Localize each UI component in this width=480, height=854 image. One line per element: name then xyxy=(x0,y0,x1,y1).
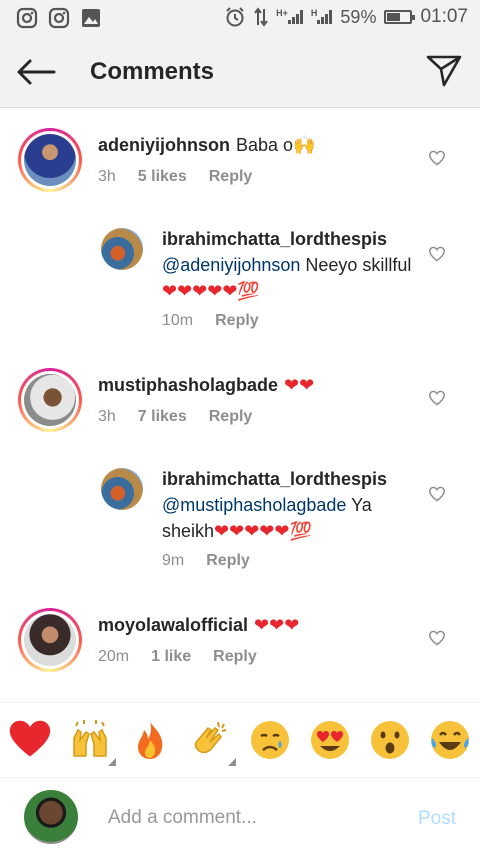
alarm-icon xyxy=(226,7,244,27)
like-heart-icon[interactable] xyxy=(428,390,446,406)
username[interactable]: adeniyijohnson xyxy=(98,135,230,155)
instagram-icon xyxy=(48,7,70,29)
like-heart-icon[interactable] xyxy=(428,150,446,166)
comment-input[interactable] xyxy=(108,804,398,832)
comment-text: ibrahimchatta_lordthespis @adeniyijohnson… xyxy=(162,226,412,304)
comment-text: adeniyijohnson Baba o🙌 xyxy=(98,132,408,158)
comment-meta: 9m Reply xyxy=(162,552,250,570)
avatar[interactable] xyxy=(101,468,143,510)
fire-emoji-button[interactable] xyxy=(128,718,172,762)
comment-meta: 3h 5 likes Reply xyxy=(98,168,252,186)
back-arrow-icon[interactable] xyxy=(16,58,56,86)
surprised-face-emoji-button[interactable] xyxy=(368,718,412,762)
comment-time: 10m xyxy=(162,312,194,329)
reply-button[interactable]: Reply xyxy=(215,312,259,330)
comment-text: ibrahimchatta_lordthespis @mustiphasholag… xyxy=(162,466,412,544)
reply-button[interactable]: Reply xyxy=(213,648,257,666)
heart-eyes-emoji-button[interactable] xyxy=(308,718,352,762)
battery-percent: 59% xyxy=(340,6,377,27)
tears-of-joy-emoji-button[interactable] xyxy=(428,718,472,762)
likes-count[interactable]: 1 like xyxy=(151,648,191,666)
quick-emoji-bar xyxy=(0,702,480,778)
likes-count[interactable]: 7 likes xyxy=(138,408,187,426)
comment-item: adeniyijohnson Baba o🙌 3h 5 likes Reply xyxy=(0,108,480,208)
comments-header: Comments xyxy=(0,36,480,108)
reply-item: ibrahimchatta_lordthespis @adeniyijohnson… xyxy=(0,208,480,348)
comment-time: 3h xyxy=(98,168,116,185)
comment-emoji: ❤❤❤❤❤💯 xyxy=(162,281,260,301)
comment-item: moyolawalofficial ❤❤❤ 20m 1 like Reply xyxy=(0,588,480,698)
reply-item: ibrahimchatta_lordthespis @mustiphasholag… xyxy=(0,448,480,588)
comment-time: 9m xyxy=(162,552,185,569)
clock: 01:07 xyxy=(420,6,468,27)
comment-emoji: 🙌 xyxy=(293,135,316,155)
comment-time: 20m xyxy=(98,648,130,665)
comment-item: mustiphasholagbade ❤❤ 3h 7 likes Reply xyxy=(0,348,480,448)
story-ring[interactable] xyxy=(18,368,82,432)
mention-link[interactable]: @adeniyijohnson xyxy=(162,255,300,275)
page-title: Comments xyxy=(90,58,215,85)
avatar xyxy=(24,614,76,666)
reply-button[interactable]: Reply xyxy=(206,552,250,570)
likes-count[interactable]: 5 likes xyxy=(138,168,187,186)
system-status: H+ H 59% 01:07 xyxy=(224,6,468,28)
comment-body: Neeyo skillful xyxy=(305,255,412,275)
comment-time: 3h xyxy=(98,408,116,425)
comment-emoji: ❤❤❤ xyxy=(254,615,300,635)
username[interactable]: ibrahimchatta_lordthespis xyxy=(162,226,406,252)
comment-emoji: ❤❤❤❤❤💯 xyxy=(214,521,312,541)
raised-hands-emoji-button[interactable] xyxy=(68,718,116,766)
comment-meta: 10m Reply xyxy=(162,312,259,330)
notification-icons xyxy=(16,7,102,29)
username[interactable]: moyolawalofficial xyxy=(98,615,248,635)
reply-button[interactable]: Reply xyxy=(209,408,253,426)
network-type: H+ xyxy=(276,8,288,18)
comment-composer: Post xyxy=(0,780,480,854)
username[interactable]: mustiphasholagbade xyxy=(98,375,278,395)
comment-emoji: ❤❤ xyxy=(284,375,315,395)
like-heart-icon[interactable] xyxy=(428,486,446,502)
instagram-icon xyxy=(16,7,38,29)
status-bar: H+ H 59% 01:07 xyxy=(0,0,480,36)
like-heart-icon[interactable] xyxy=(428,630,446,646)
battery-icon xyxy=(384,10,416,24)
heart-emoji-button[interactable] xyxy=(8,718,52,762)
comment-text: mustiphasholagbade ❤❤ xyxy=(98,372,408,398)
my-avatar xyxy=(24,790,78,844)
username[interactable]: ibrahimchatta_lordthespis xyxy=(162,466,406,492)
post-button[interactable]: Post xyxy=(418,808,456,830)
story-ring[interactable] xyxy=(18,128,82,192)
signal-1-icon: H+ xyxy=(276,8,303,24)
crying-face-emoji-button[interactable] xyxy=(248,718,292,762)
comment-meta: 3h 7 likes Reply xyxy=(98,408,252,426)
comment-meta: 20m 1 like Reply xyxy=(98,648,257,666)
clapping-hands-emoji-button[interactable] xyxy=(188,718,236,766)
comment-body: Baba o xyxy=(236,135,294,155)
like-heart-icon[interactable] xyxy=(428,246,446,262)
avatar xyxy=(24,374,76,426)
story-ring[interactable] xyxy=(18,608,82,672)
comment-text: moyolawalofficial ❤❤❤ xyxy=(98,612,408,638)
signal-2-icon: H xyxy=(311,8,333,24)
reply-button[interactable]: Reply xyxy=(209,168,253,186)
avatar xyxy=(24,134,76,186)
avatar[interactable] xyxy=(101,228,143,270)
mention-link[interactable]: @mustiphasholagbade xyxy=(162,495,346,515)
data-transfer-icon xyxy=(254,7,268,27)
share-send-icon[interactable] xyxy=(426,54,462,88)
gallery-icon xyxy=(80,7,102,29)
